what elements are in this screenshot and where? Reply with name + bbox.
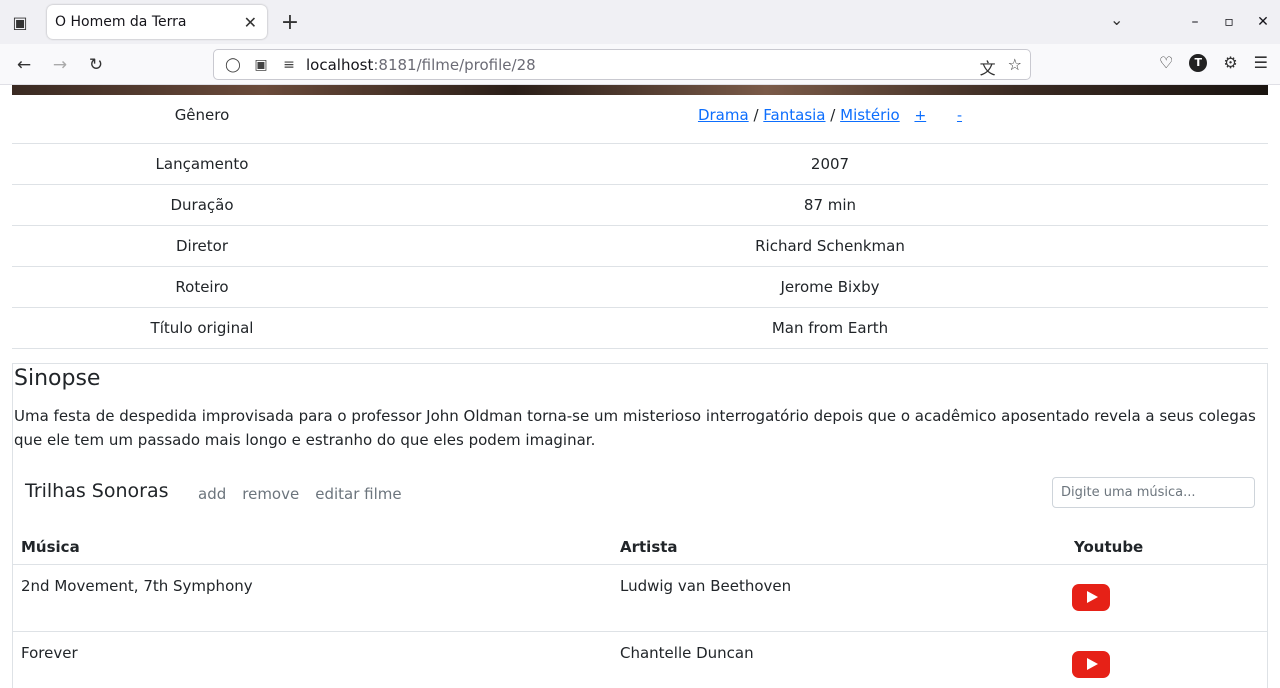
- browser-tab[interactable]: O Homem da Terra ✕: [47, 5, 267, 39]
- table-row: Forever Chantelle Duncan: [13, 631, 1267, 688]
- minimize-icon[interactable]: –: [1178, 14, 1212, 30]
- table-row: 2nd Movement, 7th Symphony Ludwig van Be…: [13, 564, 1267, 632]
- youtube-icon[interactable]: [1072, 650, 1110, 678]
- tab-close-icon[interactable]: ✕: [244, 13, 257, 32]
- avatar[interactable]: T: [1189, 53, 1208, 72]
- tab-list-icon[interactable]: ▣: [0, 0, 40, 44]
- info-value: 2007: [392, 143, 1268, 185]
- movie-info-table: Gênero Drama / Fantasia / Mistério + - L…: [12, 95, 1268, 349]
- pocket-icon[interactable]: ♡: [1159, 53, 1173, 72]
- browser-tabbar: ▣ O Homem da Terra ✕ + ⌄ – ▫ ✕: [0, 0, 1280, 44]
- extensions-icon[interactable]: ⚙: [1223, 53, 1237, 72]
- toolbar-icons: ♡ T ⚙ ☰: [1159, 53, 1268, 72]
- info-row: Roteiro Jerome Bixby: [12, 266, 1268, 308]
- bookmark-star-icon[interactable]: ☆: [1008, 55, 1022, 79]
- genre-link-fantasia[interactable]: Fantasia: [763, 106, 825, 124]
- column-header-artist: Artista: [612, 530, 1066, 565]
- synopsis-section: Sinopse Uma festa de despedida improvisa…: [12, 363, 1268, 688]
- chevron-down-icon[interactable]: ⌄: [1110, 10, 1123, 29]
- youtube-icon[interactable]: [1072, 583, 1110, 611]
- soundtracks-table: Música Artista Youtube 2nd Movement, 7th…: [13, 530, 1267, 688]
- track-music: Forever: [13, 631, 612, 688]
- info-value: 87 min: [392, 184, 1268, 226]
- track-artist: Chantelle Duncan: [612, 631, 1066, 688]
- menu-icon[interactable]: ☰: [1254, 53, 1268, 72]
- synopsis-text: Uma festa de despedida improvisada para …: [14, 407, 1256, 449]
- remove-track-button[interactable]: remove: [242, 485, 299, 503]
- close-window-icon[interactable]: ✕: [1246, 14, 1280, 30]
- track-music: 2nd Movement, 7th Symphony: [13, 564, 612, 632]
- column-header-music: Música: [13, 530, 612, 565]
- permissions-icon[interactable]: ≡: [278, 57, 300, 73]
- column-header-youtube: Youtube: [1066, 530, 1267, 565]
- info-row: Diretor Richard Schenkman: [12, 225, 1268, 267]
- edit-movie-button[interactable]: editar filme: [315, 485, 401, 503]
- synopsis-title: Sinopse: [14, 366, 101, 391]
- info-value: Richard Schenkman: [392, 225, 1268, 267]
- info-row: Duração 87 min: [12, 184, 1268, 226]
- maximize-icon[interactable]: ▫: [1212, 14, 1246, 30]
- back-icon[interactable]: ←: [13, 54, 35, 76]
- info-label: Lançamento: [12, 143, 392, 185]
- genre-link-drama[interactable]: Drama: [698, 106, 749, 124]
- url-bar[interactable]: ◯ ▣ ≡ localhost:8181/filme/profile/28 文 …: [213, 49, 1031, 80]
- movie-banner-image: [12, 85, 1268, 95]
- soundtracks-header: Trilhas Sonoras add remove editar filme: [25, 477, 1255, 514]
- info-row: Título original Man from Earth: [12, 307, 1268, 349]
- shield-icon[interactable]: ◯: [222, 57, 244, 73]
- soundtracks-title: Trilhas Sonoras: [25, 480, 169, 502]
- youtube-cell: [1066, 564, 1267, 632]
- genre-link-misterio[interactable]: Mistério: [840, 106, 900, 124]
- add-track-button[interactable]: add: [198, 485, 226, 503]
- info-label: Roteiro: [12, 266, 392, 308]
- tab-title: O Homem da Terra: [55, 14, 187, 30]
- add-genre-button[interactable]: +: [914, 108, 926, 124]
- music-search-input[interactable]: [1052, 477, 1255, 508]
- page-content: Gênero Drama / Fantasia / Mistério + - L…: [0, 85, 1280, 688]
- table-header-row: Música Artista Youtube: [13, 530, 1267, 565]
- info-label: Diretor: [12, 225, 392, 267]
- forward-icon[interactable]: →: [49, 54, 71, 76]
- genre-label: Gênero: [12, 95, 392, 144]
- info-label: Duração: [12, 184, 392, 226]
- genre-row: Gênero Drama / Fantasia / Mistério + -: [12, 95, 1268, 144]
- new-tab-icon[interactable]: +: [280, 8, 300, 36]
- info-value: Jerome Bixby: [392, 266, 1268, 308]
- info-label: Título original: [12, 307, 392, 349]
- page-icon[interactable]: ▣: [250, 57, 272, 73]
- url-host: localhost: [306, 55, 374, 74]
- reload-icon[interactable]: ↻: [85, 54, 107, 76]
- window-controls: – ▫ ✕: [1178, 0, 1280, 44]
- genre-value: Drama / Fantasia / Mistério + -: [392, 95, 1268, 144]
- url-path: :8181/filme/profile/28: [373, 55, 536, 74]
- youtube-cell: [1066, 631, 1267, 688]
- translate-icon[interactable]: 文: [980, 55, 996, 79]
- info-row: Lançamento 2007: [12, 143, 1268, 185]
- browser-navbar: ← → ↻ ◯ ▣ ≡ localhost:8181/filme/profile…: [0, 44, 1280, 85]
- track-artist: Ludwig van Beethoven: [612, 564, 1066, 632]
- soundtracks-actions: add remove editar filme: [198, 485, 402, 503]
- info-value: Man from Earth: [392, 307, 1268, 349]
- remove-genre-button[interactable]: -: [957, 108, 962, 124]
